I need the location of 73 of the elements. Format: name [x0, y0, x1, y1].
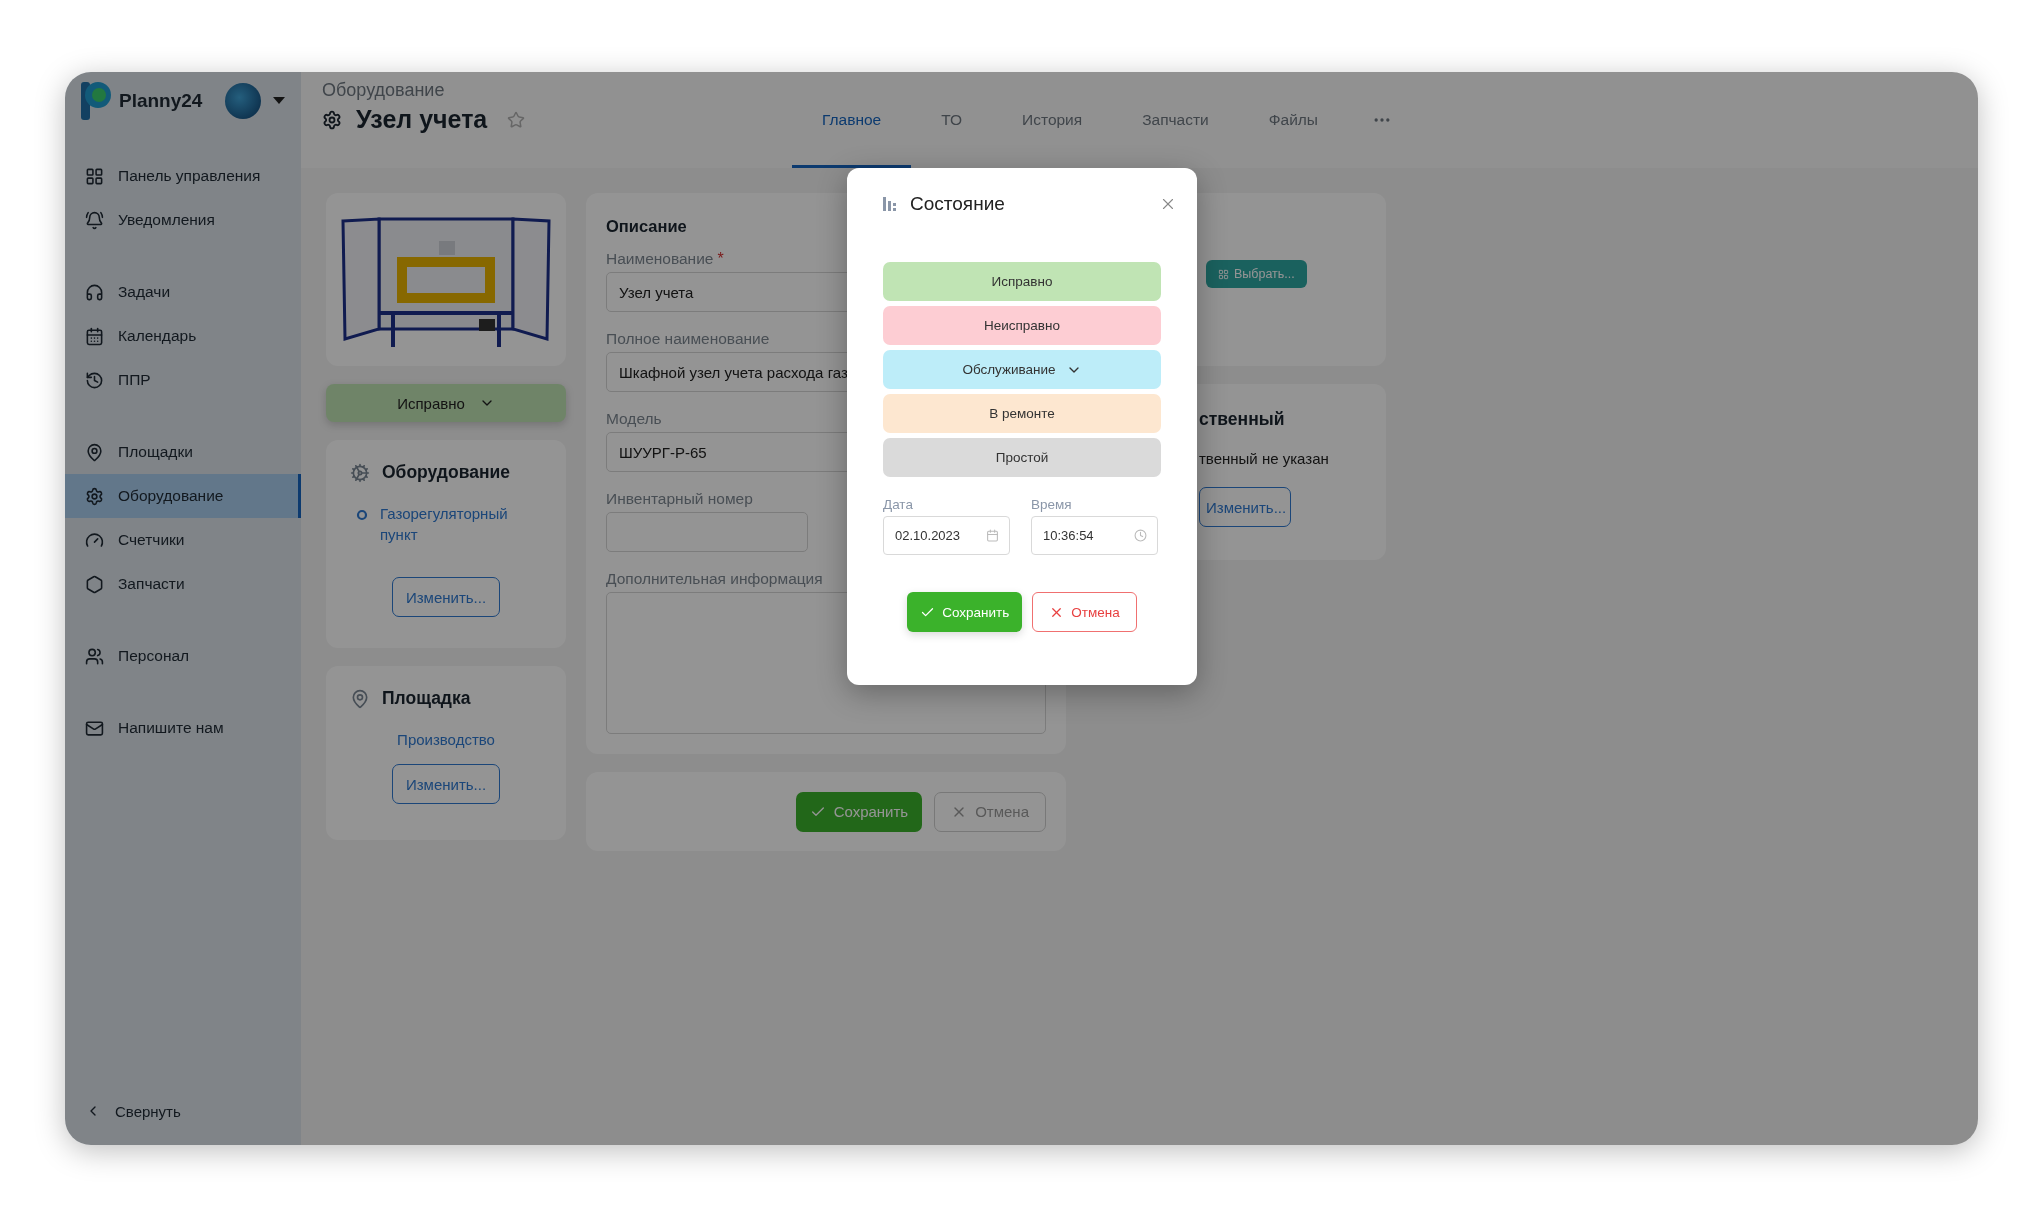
cancel-button[interactable]: Отмена: [1032, 592, 1137, 632]
logo-icon: [81, 82, 113, 120]
dialog-title: Состояние: [910, 193, 1005, 215]
gear-icon: [85, 486, 104, 506]
status-option[interactable]: Обслуживание: [883, 350, 1161, 389]
card-title: Оборудование: [382, 462, 510, 483]
field-label: Инвентарный номер: [606, 490, 753, 508]
input-field[interactable]: [606, 512, 808, 552]
status-option[interactable]: Исправно: [883, 262, 1161, 301]
sidebar-item[interactable]: Площадки: [65, 430, 301, 474]
responsible-note: твенный не указан: [1198, 449, 1330, 467]
save-button[interactable]: Сохранить: [907, 592, 1023, 632]
sidebar-item[interactable]: Задачи: [65, 270, 301, 314]
gauge-icon: [85, 530, 104, 550]
bell-icon: [85, 210, 104, 230]
caret-icon[interactable]: [273, 97, 285, 105]
circle-icon: [356, 509, 368, 521]
time-field[interactable]: 10:36:54: [1031, 516, 1158, 555]
date-field[interactable]: 02.10.2023: [883, 516, 1010, 555]
breadcrumb[interactable]: Оборудование: [322, 80, 772, 101]
field-label: Полное наименование: [606, 330, 770, 348]
sidebar-item[interactable]: Персонал: [65, 634, 301, 678]
avatar[interactable]: [225, 83, 261, 119]
sidebar-item[interactable]: Календарь: [65, 314, 301, 358]
gear-icon: [322, 109, 342, 130]
field-label: Наименование: [606, 250, 714, 268]
status-option[interactable]: Неисправно: [883, 306, 1161, 345]
change-button[interactable]: Изменить...: [392, 764, 500, 804]
app-name: Planny24: [119, 90, 203, 112]
clock-icon: [1134, 529, 1147, 542]
status-option[interactable]: Простой: [883, 438, 1161, 477]
grid-icon: [1218, 268, 1229, 280]
sidebar-item[interactable]: Напишите нам: [65, 706, 301, 750]
sidebar-item[interactable]: Панель управления: [65, 154, 301, 198]
headset-icon: [85, 282, 104, 302]
sidebar-item[interactable]: Уведомления: [65, 198, 301, 242]
sidebar-item[interactable]: Запчасти: [65, 562, 301, 606]
card-title: ственный: [1198, 408, 1286, 430]
calendar-icon: [85, 326, 104, 346]
change-button[interactable]: Изменить...: [392, 577, 500, 617]
star-icon[interactable]: [507, 110, 526, 129]
bar-chart-icon: [883, 197, 897, 211]
map-pin-icon: [350, 688, 370, 709]
dashboard-icon: [85, 166, 104, 186]
field-label: Время: [1031, 497, 1073, 512]
change-button[interactable]: Изменить...: [1199, 487, 1291, 527]
sidebar-item[interactable]: Счетчики: [65, 518, 301, 562]
gear-icon: [350, 462, 370, 483]
field-label: Дата: [883, 497, 914, 512]
tab[interactable]: Запчасти: [1112, 72, 1239, 168]
tab[interactable]: ТО: [911, 72, 993, 168]
sidebar-item[interactable]: Оборудование: [65, 474, 301, 518]
site-link[interactable]: Производство: [397, 729, 495, 750]
required-mark: *: [717, 250, 724, 268]
card-title: Площадка: [382, 688, 471, 709]
people-icon: [85, 646, 104, 666]
equipment-link[interactable]: Газорегуляторный пункт: [380, 503, 542, 545]
calendar-icon: [986, 529, 999, 542]
map-pin-icon: [85, 442, 104, 462]
sidebar-item[interactable]: ППР: [65, 358, 301, 402]
hexagon-icon: [85, 574, 104, 594]
collapse-link[interactable]: Свернуть: [65, 1091, 301, 1131]
card-title: Описание: [606, 217, 688, 236]
status-dropdown[interactable]: Исправно: [326, 384, 566, 422]
history-icon: [85, 370, 104, 390]
mail-icon: [85, 718, 104, 738]
tab[interactable]: Файлы: [1238, 72, 1348, 168]
field-label: Дополнительная информация: [606, 570, 823, 588]
select-button[interactable]: Выбрать...: [1206, 260, 1307, 288]
tab[interactable]: История: [992, 72, 1113, 168]
status-option[interactable]: В ремонте: [883, 394, 1161, 433]
page-title: Узел учета: [356, 105, 488, 134]
field-label: Модель: [606, 410, 662, 428]
